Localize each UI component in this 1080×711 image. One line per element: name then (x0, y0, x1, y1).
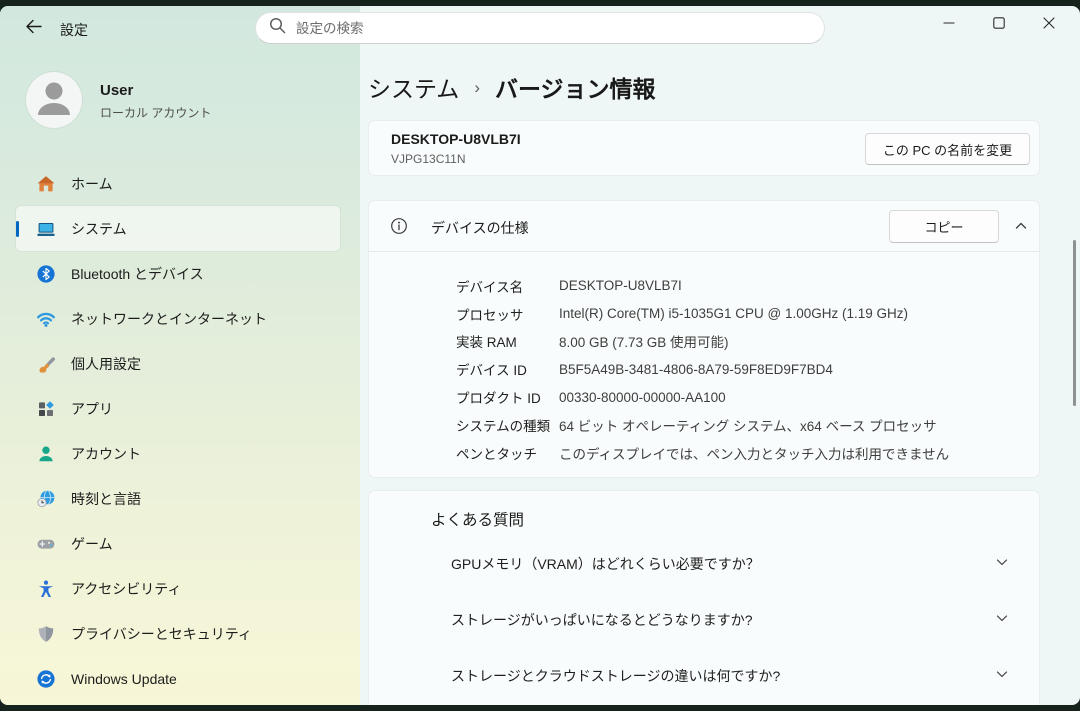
sidebar-item-label: アプリ (71, 399, 113, 419)
page-title: バージョン情報 (495, 70, 656, 104)
avatar[interactable] (26, 72, 82, 128)
spec-label: プロダクト ID (456, 387, 559, 407)
faq-card: よくある質問 GPUメモリ（VRAM）はどれくらい必要ですか？ ストレージがいっ… (368, 490, 1040, 705)
spec-label: 実装 RAM (456, 331, 559, 351)
app-title: 設定 (60, 20, 88, 40)
faq-item-gpu-vram[interactable]: GPUメモリ（VRAM）はどれくらい必要ですか？ (369, 536, 1039, 592)
faq-question: ストレージとクラウドストレージの違いは何ですか? (451, 666, 995, 686)
sidebar-item-label: ゲーム (71, 534, 113, 554)
sidebar-item-accessibility[interactable]: アクセシビリティ (16, 566, 340, 611)
spec-value: Intel(R) Core(TM) i5-1035G1 CPU @ 1.00GH… (559, 306, 908, 321)
sidebar-item-system[interactable]: システム (16, 206, 340, 251)
apps-icon (36, 399, 56, 419)
wifi-icon (36, 309, 56, 329)
sidebar-item-label: アカウント (71, 444, 141, 464)
user-account-type: ローカル アカウント (100, 104, 211, 121)
info-icon (390, 217, 408, 235)
spec-value: B5F5A49B-3481-4806-8A79-59F8ED9F7BD4 (559, 362, 833, 377)
faq-item-storage-vs-cloud[interactable]: ストレージとクラウドストレージの違いは何ですか? (369, 648, 1039, 704)
shield-icon (36, 624, 56, 644)
sidebar-item-label: プライバシーとセキュリティ (71, 624, 252, 644)
sidebar-item-gaming[interactable]: ゲーム (16, 521, 340, 566)
sidebar-item-label: 時刻と言語 (71, 489, 141, 509)
sidebar-item-label: ホーム (71, 174, 113, 194)
time-language-icon (36, 489, 56, 509)
windows-update-icon (36, 669, 56, 689)
sidebar-item-label: 個人用設定 (71, 354, 141, 374)
device-specs-title: デバイスの仕様 (431, 218, 529, 238)
user-name: User (100, 82, 133, 99)
sidebar-item-network-internet[interactable]: ネットワークとインターネット (16, 296, 340, 341)
spec-label: プロセッサ (456, 304, 559, 324)
copy-button[interactable]: コピー (889, 210, 999, 243)
home-icon (36, 174, 56, 194)
sidebar-nav: ホーム システム Bluetooth とデバイス ネットワークとインターネット (0, 161, 360, 701)
rename-pc-button[interactable]: この PC の名前を変更 (865, 133, 1030, 165)
person-icon (26, 70, 82, 131)
settings-window: 設定 User ローカル アカウント ホーム システム (0, 6, 1080, 705)
sidebar-item-label: アクセシビリティ (71, 579, 181, 599)
device-specs-list: デバイス名 DESKTOP-U8VLB7I プロセッサ Intel(R) Cor… (456, 272, 1019, 467)
spec-row-system-type: システムの種類 64 ビット オペレーティング システム、x64 ベース プロセ… (456, 411, 1019, 439)
breadcrumb-system[interactable]: システム (368, 70, 459, 104)
spec-value: 00330-80000-00000-AA100 (559, 390, 726, 405)
spec-value: 8.00 GB (7.73 GB 使用可能) (559, 331, 729, 351)
faq-item-storage-full[interactable]: ストレージがいっぱいになるとどうなりますか? (369, 592, 1039, 648)
sidebar-item-label: Windows Update (71, 671, 177, 687)
chevron-up-icon[interactable] (1012, 217, 1030, 235)
sidebar-item-personalization[interactable]: 個人用設定 (16, 341, 340, 386)
search-icon (269, 17, 286, 39)
spec-label: システムの種類 (456, 415, 559, 435)
spec-label: ペンとタッチ (456, 443, 559, 463)
sidebar-item-bluetooth-devices[interactable]: Bluetooth とデバイス (16, 251, 340, 296)
back-button[interactable] (16, 14, 50, 44)
sidebar-item-label: ネットワークとインターネット (71, 309, 267, 329)
sidebar-item-privacy-security[interactable]: プライバシーとセキュリティ (16, 611, 340, 656)
spec-row-device-id: デバイス ID B5F5A49B-3481-4806-8A79-59F8ED9F… (456, 355, 1019, 383)
chevron-down-icon (995, 555, 1013, 573)
accessibility-person-icon (36, 579, 56, 599)
bluetooth-icon (36, 264, 56, 284)
spec-value: 64 ビット オペレーティング システム、x64 ベース プロセッサ (559, 415, 937, 435)
spec-value: DESKTOP-U8VLB7I (559, 278, 682, 293)
divider (369, 251, 1039, 252)
breadcrumb: システム › バージョン情報 (368, 70, 656, 104)
sidebar-item-windows-update[interactable]: Windows Update (16, 656, 340, 701)
chevron-down-icon (995, 611, 1013, 629)
main-content: システム › バージョン情報 DESKTOP-U8VLB7I VJPG13C11… (360, 6, 1080, 705)
sidebar: 設定 User ローカル アカウント ホーム システム (0, 6, 360, 705)
sidebar-item-apps[interactable]: アプリ (16, 386, 340, 431)
account-person-icon (36, 444, 56, 464)
chevron-down-icon (995, 667, 1013, 685)
device-name: DESKTOP-U8VLB7I (391, 131, 521, 147)
sidebar-item-label: Bluetooth とデバイス (71, 264, 204, 284)
spec-label: デバイス ID (456, 359, 559, 379)
paintbrush-icon (36, 354, 56, 374)
gamepad-icon (36, 534, 56, 554)
sidebar-item-home[interactable]: ホーム (16, 161, 340, 206)
device-specs-header[interactable]: デバイスの仕様 コピー (369, 201, 1039, 251)
faq-question: ストレージがいっぱいになるとどうなりますか? (451, 610, 995, 630)
faq-question: GPUメモリ（VRAM）はどれくらい必要ですか？ (451, 554, 995, 574)
spec-row-processor: プロセッサ Intel(R) Core(TM) i5-1035G1 CPU @ … (456, 300, 1019, 328)
spec-row-pen-touch: ペンとタッチ このディスプレイでは、ペン入力とタッチ入力は利用できません (456, 439, 1019, 467)
system-icon (36, 219, 56, 239)
device-model: VJPG13C11N (391, 152, 465, 166)
spec-label: デバイス名 (456, 276, 559, 296)
breadcrumb-chevron: › (474, 76, 480, 98)
faq-title: よくある質問 (431, 508, 524, 530)
sidebar-item-time-language[interactable]: 時刻と言語 (16, 476, 340, 521)
spec-value: このディスプレイでは、ペン入力とタッチ入力は利用できません (559, 443, 949, 463)
spec-row-ram: 実装 RAM 8.00 GB (7.73 GB 使用可能) (456, 328, 1019, 356)
spec-row-device-name: デバイス名 DESKTOP-U8VLB7I (456, 272, 1019, 300)
spec-row-product-id: プロダクト ID 00330-80000-00000-AA100 (456, 383, 1019, 411)
back-arrow-icon (25, 19, 42, 39)
sidebar-item-label: システム (71, 219, 127, 239)
scrollbar[interactable] (1073, 240, 1076, 406)
device-specs-card: デバイスの仕様 コピー デバイス名 DESKTOP-U8VLB7I プロセッサ … (368, 200, 1040, 478)
sidebar-item-accounts[interactable]: アカウント (16, 431, 340, 476)
device-name-card: DESKTOP-U8VLB7I VJPG13C11N この PC の名前を変更 (368, 120, 1040, 176)
